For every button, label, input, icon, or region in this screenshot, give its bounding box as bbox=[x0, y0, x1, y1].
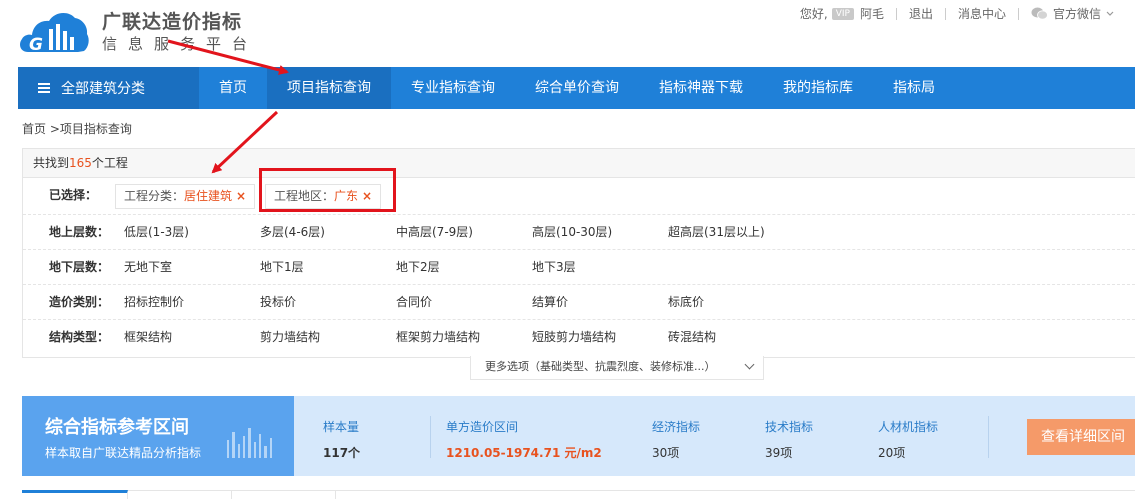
result-count-number: 165 bbox=[69, 156, 92, 170]
reference-title: 综合指标参考区间 bbox=[45, 417, 189, 438]
annotation-highlight-box bbox=[259, 168, 396, 212]
filter-row-label: 结构类型： bbox=[49, 330, 110, 344]
filter-option[interactable]: 合同价 bbox=[396, 285, 432, 320]
filter-option[interactable]: 多层(4-6层) bbox=[260, 215, 325, 250]
filter-option[interactable]: 招标控制价 bbox=[124, 285, 184, 320]
bottom-tab-strip bbox=[22, 490, 1135, 499]
reference-header: 综合指标参考区间 样本取自广联达精品分析指标 bbox=[22, 396, 294, 476]
result-count: 共找到165个工程 bbox=[23, 149, 1135, 178]
all-categories-label: 全部建筑分类 bbox=[61, 81, 145, 97]
brand-subtitle: 信息服务平台 bbox=[102, 35, 259, 53]
nav-tab-unit-price[interactable]: 综合单价查询 bbox=[515, 67, 639, 109]
filter-option[interactable]: 无地下室 bbox=[124, 250, 172, 285]
logo-letter: G bbox=[29, 35, 43, 55]
filter-option[interactable]: 框架剪力墙结构 bbox=[396, 320, 480, 355]
stat-technical: 技术指标 39项 bbox=[765, 418, 813, 461]
filter-option[interactable]: 超高层(31层以上) bbox=[668, 215, 765, 250]
filter-row-floors-below: 地下层数： 无地下室 地下1层 地下2层 地下3层 bbox=[23, 250, 1135, 285]
cloud-logo-icon[interactable]: G bbox=[18, 6, 90, 56]
filter-option[interactable]: 剪力墙结构 bbox=[260, 320, 320, 355]
filter-row-structure: 结构类型： 框架结构 剪力墙结构 框架剪力墙结构 短肢剪力墙结构 砖混结构 bbox=[23, 320, 1135, 355]
menu-icon bbox=[38, 83, 50, 93]
divider bbox=[430, 416, 431, 458]
filter-option[interactable]: 地下3层 bbox=[532, 250, 576, 285]
result-count-prefix: 共找到 bbox=[33, 156, 70, 170]
reference-range-bar: 综合指标参考区间 样本取自广联达精品分析指标 样本量 117个 单方造价区间 1… bbox=[22, 396, 1135, 476]
stat-label: 人材机指标 bbox=[878, 420, 939, 434]
reference-subtitle: 样本取自广联达精品分析指标 bbox=[45, 446, 202, 460]
more-options-toggle[interactable]: 更多选项（基础类型、抗震烈度、装修标准...） bbox=[470, 356, 764, 380]
bar-chart-icon bbox=[227, 426, 272, 458]
filter-option[interactable]: 标底价 bbox=[668, 285, 704, 320]
selected-filters-row: 已选择： 工程分类：居住建筑 × 工程地区：广东 × bbox=[23, 178, 1135, 215]
stat-value: 117个 bbox=[323, 446, 361, 460]
chip-key: 工程分类： bbox=[124, 189, 185, 203]
stat-label: 经济指标 bbox=[652, 420, 701, 434]
chevron-down-icon bbox=[1106, 11, 1114, 16]
filter-option[interactable]: 框架结构 bbox=[124, 320, 172, 355]
filter-option[interactable]: 低层(1-3层) bbox=[124, 215, 189, 250]
nav-tab-specialty-index[interactable]: 专业指标查询 bbox=[391, 67, 515, 109]
divider bbox=[1017, 7, 1019, 20]
stat-value: 39项 bbox=[765, 446, 793, 460]
stat-value: 1210.05-1974.71 元/m2 bbox=[446, 446, 602, 460]
nav-tab-project-index[interactable]: 项目指标查询 bbox=[267, 67, 391, 109]
filter-option[interactable]: 地下2层 bbox=[396, 250, 440, 285]
filter-row-floors-above: 地上层数： 低层(1-3层) 多层(4-6层) 中高层(7-9层) 高层(10-… bbox=[23, 215, 1135, 250]
bottom-tab[interactable] bbox=[232, 491, 336, 499]
breadcrumb[interactable]: 首页 >项目指标查询 bbox=[22, 120, 132, 137]
stat-sample-size: 样本量 117个 bbox=[323, 418, 360, 461]
bottom-tab[interactable] bbox=[128, 491, 232, 499]
chip-value: 居住建筑 bbox=[184, 189, 233, 203]
nav-tab-my-library[interactable]: 我的指标库 bbox=[763, 67, 873, 109]
wechat-link[interactable]: 官方微信 bbox=[1053, 5, 1101, 22]
logout-link[interactable]: 退出 bbox=[909, 5, 933, 22]
stat-economic: 经济指标 30项 bbox=[652, 418, 700, 461]
top-user-bar: 您好, VIP 阿毛 退出 消息中心 官方微信 bbox=[800, 5, 1115, 22]
filter-option[interactable]: 中高层(7-9层) bbox=[396, 215, 473, 250]
divider bbox=[988, 416, 989, 458]
stat-label: 技术指标 bbox=[765, 420, 814, 434]
filter-row-label: 造价类别： bbox=[49, 295, 110, 309]
bottom-tab[interactable] bbox=[22, 490, 128, 499]
wechat-icon bbox=[1031, 7, 1048, 20]
filter-row-label: 地上层数： bbox=[49, 225, 110, 239]
main-nav: 全部建筑分类 首页 项目指标查询 专业指标查询 综合单价查询 指标神器下载 我的… bbox=[18, 67, 1135, 109]
greeting-text: 您好, bbox=[799, 7, 828, 21]
more-options-label: 更多选项（基础类型、抗震烈度、装修标准...） bbox=[485, 360, 716, 373]
filter-option[interactable]: 短肢剪力墙结构 bbox=[532, 320, 616, 355]
stat-value: 20项 bbox=[878, 446, 906, 460]
all-categories-button[interactable]: 全部建筑分类 bbox=[18, 67, 199, 109]
filter-option[interactable]: 高层(10-30层) bbox=[532, 215, 612, 250]
view-detail-range-button[interactable]: 查看详细区间 bbox=[1027, 419, 1135, 455]
filter-row-label: 地下层数： bbox=[49, 260, 110, 274]
filter-option[interactable]: 结算价 bbox=[532, 285, 568, 320]
selected-label: 已选择： bbox=[49, 188, 98, 202]
result-count-suffix: 个工程 bbox=[91, 156, 128, 170]
stat-label: 样本量 bbox=[323, 420, 360, 434]
close-icon[interactable]: × bbox=[236, 189, 246, 203]
filter-row-cost-type: 造价类别： 招标控制价 投标价 合同价 结算价 标底价 bbox=[23, 285, 1135, 320]
nav-tab-home[interactable]: 首页 bbox=[199, 67, 267, 109]
stat-labor-material: 人材机指标 20项 bbox=[878, 418, 938, 461]
stat-value: 30项 bbox=[652, 446, 680, 460]
chevron-down-icon bbox=[744, 359, 755, 370]
brand-title: 广联达造价指标 bbox=[102, 11, 243, 33]
stat-label: 单方造价区间 bbox=[446, 420, 519, 434]
page: G 广联达造价指标 信息服务平台 您好, VIP 阿毛 退出 消息中心 官方微信… bbox=[0, 0, 1135, 499]
username-link[interactable]: 阿毛 bbox=[860, 5, 884, 22]
filter-panel: 共找到165个工程 已选择： 工程分类：居住建筑 × 工程地区：广东 × 地上层数：… bbox=[22, 148, 1135, 358]
filter-chip-category[interactable]: 工程分类：居住建筑 × bbox=[115, 184, 256, 209]
nav-tab-download[interactable]: 指标神器下载 bbox=[639, 67, 763, 109]
divider bbox=[944, 7, 946, 20]
stat-unit-cost-range: 单方造价区间 1210.05-1974.71 元/m2 bbox=[446, 418, 602, 461]
vip-badge: VIP bbox=[831, 7, 854, 20]
filter-option[interactable]: 地下1层 bbox=[260, 250, 304, 285]
filter-option[interactable]: 投标价 bbox=[260, 285, 296, 320]
filter-option[interactable]: 砖混结构 bbox=[668, 320, 716, 355]
nav-tab-bureau[interactable]: 指标局 bbox=[873, 67, 955, 109]
message-center-link[interactable]: 消息中心 bbox=[958, 5, 1006, 22]
divider bbox=[895, 7, 897, 20]
